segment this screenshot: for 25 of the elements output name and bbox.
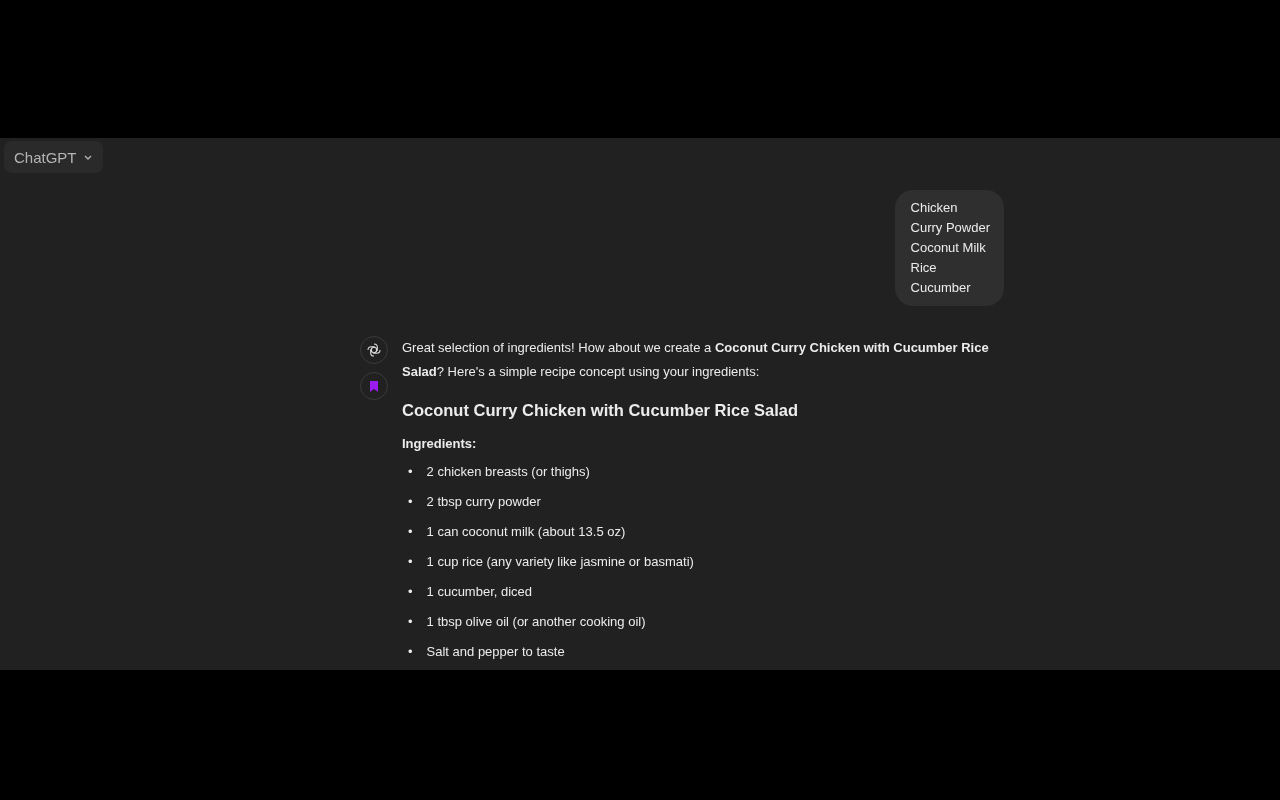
bullet: •: [408, 583, 413, 601]
bullet: •: [408, 493, 413, 511]
recipe-heading: Coconut Curry Chicken with Cucumber Rice Salad: [402, 400, 800, 421]
ingredient-item: 1 tbsp olive oil (or another cooking oil): [426, 613, 646, 631]
message-line: Rice: [910, 259, 938, 277]
bullet: •: [408, 553, 413, 571]
bookmark-icon: [369, 380, 379, 392]
ingredient-item: 1 cup rice (any variety like jasmine or basmati): [426, 553, 694, 571]
bullet: •: [408, 613, 413, 631]
message-line: Coconut Milk: [910, 239, 987, 257]
response-paragraph: Great selection of ingredients! How about we create a Coconut Curry Chicken with Cucumber Rice Salad? Here's a simple recipe concept using your ingredients:: [402, 339, 990, 381]
ingredient-item: 1 can coconut milk (about 13.5 oz): [426, 523, 626, 541]
bullet: •: [408, 463, 413, 481]
message-line: Chicken: [910, 199, 959, 217]
ingredient-item: 2 tbsp curry powder: [426, 493, 541, 511]
bullet: •: [408, 523, 413, 541]
ingredient-item: 2 chicken breasts (or thighs): [426, 463, 590, 481]
section-label: Ingredients:: [402, 435, 478, 453]
model-selector-button[interactable]: ChatGPT: [4, 141, 103, 173]
message-line: Cucumber: [910, 279, 972, 297]
message-line: Curry Powder: [910, 219, 990, 237]
ingredient-item: 1 cucumber, diced: [426, 583, 533, 601]
knot-logo-icon: [366, 342, 382, 358]
ingredient-item: Salt and pepper to taste: [426, 643, 565, 661]
bullet: •: [408, 643, 413, 661]
